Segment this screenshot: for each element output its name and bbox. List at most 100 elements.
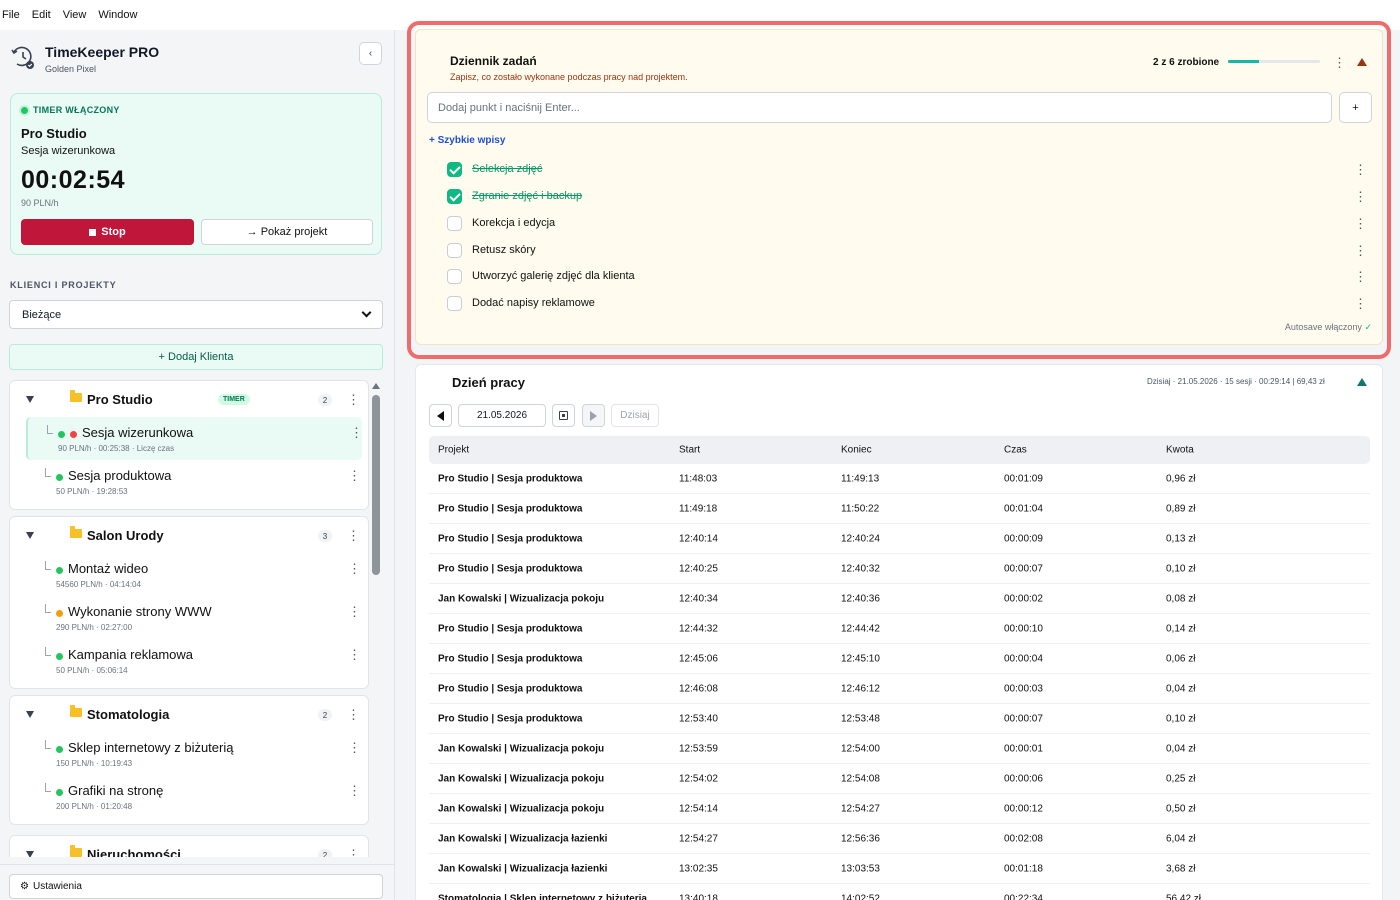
folder-icon	[70, 705, 82, 717]
column-header-end[interactable]: Koniec	[841, 445, 872, 456]
task-checkbox[interactable]	[447, 296, 462, 311]
menu-view[interactable]: View	[63, 9, 87, 21]
client-list-scrollbar[interactable]	[370, 383, 382, 883]
task-checkbox[interactable]	[447, 162, 462, 177]
scrollbar-thumb[interactable]	[372, 395, 380, 575]
project-item[interactable]: Wykonanie strony WWW 290 PLN/h · 02:27:0…	[26, 596, 362, 639]
table-row[interactable]: Pro Studio | Sesja produktowa 12:40:25 12:…	[429, 554, 1370, 584]
column-header-amount[interactable]: Kwota	[1166, 445, 1194, 456]
stop-timer-button[interactable]: Stop	[21, 219, 194, 245]
project-meta: 150 PLN/h · 10:19:43	[56, 759, 133, 768]
client-list: Pro Studio TIMER 2 ⋮ Sesja wizerunkowa 9…	[9, 380, 369, 857]
collapse-panel-icon[interactable]	[1357, 378, 1367, 386]
table-row[interactable]: Stomatologia | Sklep internetowy z biżut…	[429, 884, 1370, 900]
add-client-button[interactable]: + Dodaj Klienta	[9, 344, 383, 370]
client-menu-icon[interactable]: ⋮	[347, 393, 360, 406]
menu-edit[interactable]: Edit	[32, 9, 51, 21]
table-row[interactable]: Pro Studio | Sesja produktowa 11:49:18 11:…	[429, 494, 1370, 524]
cell-end: 12:53:48	[841, 713, 880, 724]
next-day-button[interactable]	[582, 404, 605, 427]
settings-button[interactable]: ⚙ Ustawienia	[9, 874, 383, 899]
project-menu-icon[interactable]: ⋮	[348, 469, 361, 482]
status-dot-icon	[56, 789, 63, 796]
task-menu-icon[interactable]: ⋮	[1354, 270, 1367, 283]
project-item[interactable]: Kampania reklamowa 50 PLN/h · 05:06:14 ⋮	[26, 639, 362, 682]
task-menu-icon[interactable]: ⋮	[1354, 217, 1367, 230]
table-row[interactable]: Pro Studio | Sesja produktowa 12:46:08 12:…	[429, 674, 1370, 704]
task-progress-label: 2 z 6 zrobione	[1153, 57, 1220, 68]
cell-end: 12:54:00	[841, 743, 880, 754]
project-menu-icon[interactable]: ⋮	[348, 605, 361, 618]
calendar-icon	[559, 411, 568, 420]
task-checkbox[interactable]	[447, 189, 462, 204]
project-meta: 90 PLN/h · 00:25:38 · Liczę czas	[58, 444, 175, 453]
client-menu-icon[interactable]: ⋮	[347, 708, 360, 721]
table-row[interactable]: Jan Kowalski | Wizualizacja łazienki 13:0…	[429, 854, 1370, 884]
cell-duration: 00:00:09	[1004, 533, 1043, 544]
client-menu-icon[interactable]: ⋮	[347, 848, 360, 857]
client-header[interactable]: Salon Urody 3 ⋮	[10, 517, 368, 553]
client-header[interactable]: Pro Studio TIMER 2 ⋮	[10, 381, 368, 417]
table-row[interactable]: Jan Kowalski | Wizualizacja łazienki 12:5…	[429, 824, 1370, 854]
today-button[interactable]: Dzisiaj	[611, 404, 659, 427]
project-item[interactable]: Sklep internetowy z biżuterią 150 PLN/h …	[26, 732, 362, 775]
cell-end: 12:40:24	[841, 533, 880, 544]
project-menu-icon[interactable]: ⋮	[348, 784, 361, 797]
table-row[interactable]: Jan Kowalski | Wizualizacja pokoju 12:53:…	[429, 734, 1370, 764]
expand-toggle-icon[interactable]	[26, 711, 34, 718]
menu-window[interactable]: Window	[98, 9, 137, 21]
recording-dot-icon	[70, 431, 77, 438]
expand-toggle-icon[interactable]	[26, 396, 34, 403]
table-row[interactable]: Pro Studio | Sesja produktowa 12:53:40 12:…	[429, 704, 1370, 734]
cell-project: Jan Kowalski | Wizualizacja pokoju	[438, 593, 605, 604]
previous-day-button[interactable]	[429, 404, 452, 427]
tree-connector	[45, 740, 51, 749]
project-menu-icon[interactable]: ⋮	[350, 426, 363, 439]
collapse-sidebar-button[interactable]: ‹	[359, 42, 382, 65]
task-menu-icon[interactable]: ⋮	[1354, 244, 1367, 257]
project-menu-icon[interactable]: ⋮	[348, 741, 361, 754]
table-row[interactable]: Pro Studio | Sesja produktowa 12:45:06 12:…	[429, 644, 1370, 674]
project-item[interactable]: Grafiki na stronę 200 PLN/h · 01:20:48 ⋮	[26, 775, 362, 818]
table-row[interactable]: Jan Kowalski | Wizualizacja pokoju 12:54:…	[429, 794, 1370, 824]
project-item[interactable]: Sesja produktowa 50 PLN/h · 19:28:53 ⋮	[26, 460, 362, 503]
task-add-input[interactable]	[427, 92, 1332, 123]
client-header[interactable]: Nieruchomości 2 ⋮	[10, 836, 368, 857]
table-row[interactable]: Jan Kowalski | Wizualizacja pokoju 12:40:…	[429, 584, 1370, 614]
date-field[interactable]: 21.05.2026	[458, 404, 546, 427]
table-row[interactable]: Pro Studio | Sesja produktowa 12:44:32 12:…	[429, 614, 1370, 644]
project-menu-icon[interactable]: ⋮	[348, 648, 361, 661]
cell-amount: 3,68 zł	[1166, 863, 1196, 874]
menu-file[interactable]: File	[2, 9, 20, 21]
client-header[interactable]: Stomatologia 2 ⋮	[10, 696, 368, 732]
task-menu-icon[interactable]: ⋮	[1354, 297, 1367, 310]
task-checkbox[interactable]	[447, 243, 462, 258]
cell-end: 14:02:52	[841, 893, 880, 900]
show-project-button[interactable]: → Pokaż projekt	[201, 219, 373, 245]
collapse-panel-icon[interactable]	[1357, 58, 1367, 66]
task-menu-icon[interactable]: ⋮	[1354, 163, 1367, 176]
table-row[interactable]: Jan Kowalski | Wizualizacja pokoju 12:54:…	[429, 764, 1370, 794]
expand-toggle-icon[interactable]	[26, 532, 34, 539]
task-checkbox[interactable]	[447, 216, 462, 231]
project-item[interactable]: Sesja wizerunkowa 90 PLN/h · 00:25:38 · …	[26, 417, 363, 460]
table-row[interactable]: Pro Studio | Sesja produktowa 12:40:14 12:…	[429, 524, 1370, 554]
cell-duration: 00:01:04	[1004, 503, 1043, 514]
column-header-project[interactable]: Projekt	[438, 445, 469, 456]
scroll-up-arrow-icon[interactable]	[372, 383, 380, 389]
project-menu-icon[interactable]: ⋮	[348, 562, 361, 575]
calendar-button[interactable]	[552, 404, 575, 427]
table-row[interactable]: Pro Studio | Sesja produktowa 11:48:03 11:…	[429, 464, 1370, 494]
client-menu-icon[interactable]: ⋮	[347, 529, 360, 542]
status-dot-icon	[56, 474, 63, 481]
expand-toggle-icon[interactable]	[26, 851, 34, 857]
task-checkbox[interactable]	[447, 269, 462, 284]
client-filter-select[interactable]: Bieżące	[9, 300, 383, 329]
quick-entries-link[interactable]: + Szybkie wpisy	[429, 135, 505, 146]
task-add-button[interactable]: +	[1339, 92, 1372, 123]
column-header-start[interactable]: Start	[679, 445, 700, 456]
task-log-menu-icon[interactable]: ⋮	[1333, 56, 1346, 69]
project-item[interactable]: Montaż wideo 54560 PLN/h · 04:14:04 ⋮	[26, 553, 362, 596]
task-menu-icon[interactable]: ⋮	[1354, 190, 1367, 203]
column-header-duration[interactable]: Czas	[1004, 445, 1027, 456]
